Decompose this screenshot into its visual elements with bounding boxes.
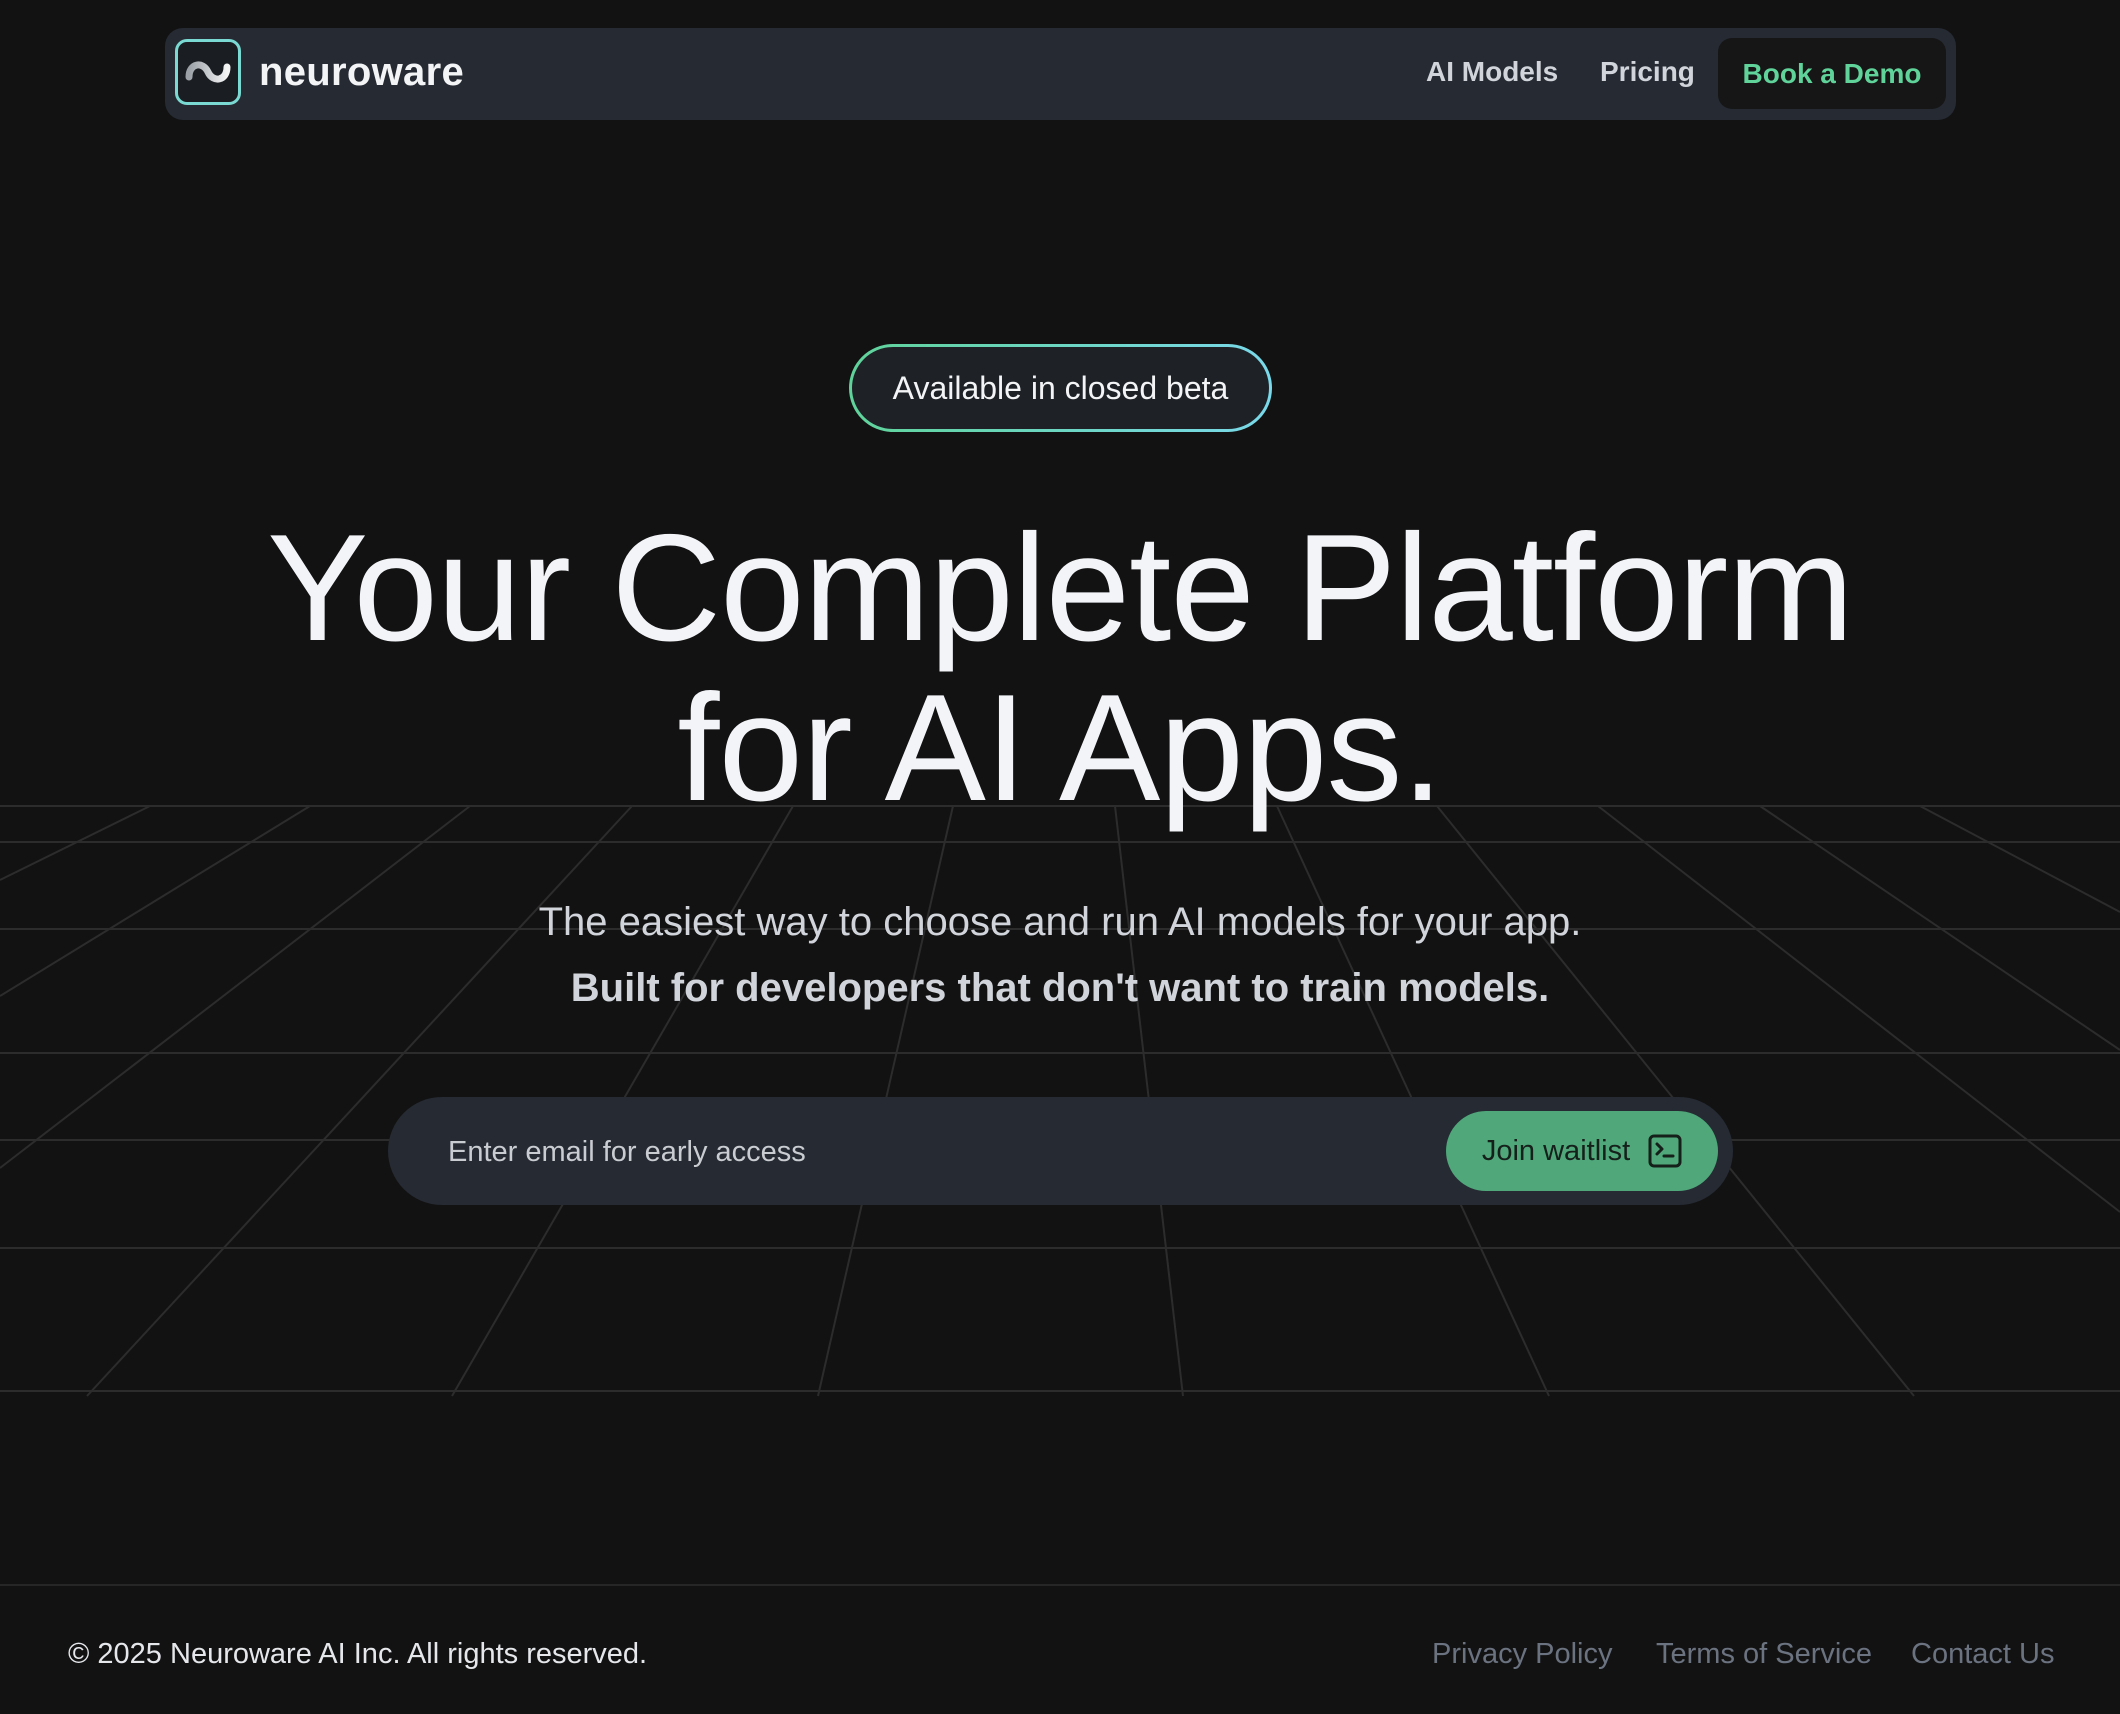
footer-divider [0,1584,2120,1586]
hero-subtitle-bold: Built for developers that don't want to … [570,966,1550,1010]
footer-link-terms-of-service[interactable]: Terms of Service [1656,1638,1872,1671]
logo-icon[interactable] [175,39,241,105]
footer-copyright: © 2025 Neuroware AI Inc. All rights rese… [68,1638,648,1670]
top-navbar: neuroware AI Models Pricing Book a Demo [165,28,1956,120]
headline-line-2: for AI Apps. [677,663,1443,833]
nav-link-ai-models[interactable]: AI Models [1426,56,1558,88]
infinity-wave-icon [185,61,231,83]
hero-subtitle: The easiest way to choose and run AI mod… [538,900,1582,944]
waitlist-form: Join waitlist [388,1097,1733,1205]
footer-link-contact-us[interactable]: Contact Us [1911,1638,2054,1671]
email-input[interactable] [446,1119,1410,1185]
book-demo-button[interactable]: Book a Demo [1718,38,1946,109]
grid-floor-background [0,805,2120,1397]
brand-name[interactable]: neuroware [259,50,464,95]
landing-page: neuroware AI Models Pricing Book a Demo … [0,0,2120,1714]
terminal-icon [1648,1134,1682,1168]
footer-link-privacy-policy[interactable]: Privacy Policy [1432,1638,1613,1671]
closed-beta-badge: Available in closed beta [849,344,1272,432]
join-waitlist-button[interactable]: Join waitlist [1446,1111,1718,1191]
badge-label: Available in closed beta [852,347,1269,429]
nav-link-pricing[interactable]: Pricing [1600,56,1695,88]
hero-headline: Your Complete Platform for AI Apps. [0,508,2120,828]
headline-line-1: Your Complete Platform [266,503,1854,673]
join-waitlist-label: Join waitlist [1481,1134,1631,1167]
